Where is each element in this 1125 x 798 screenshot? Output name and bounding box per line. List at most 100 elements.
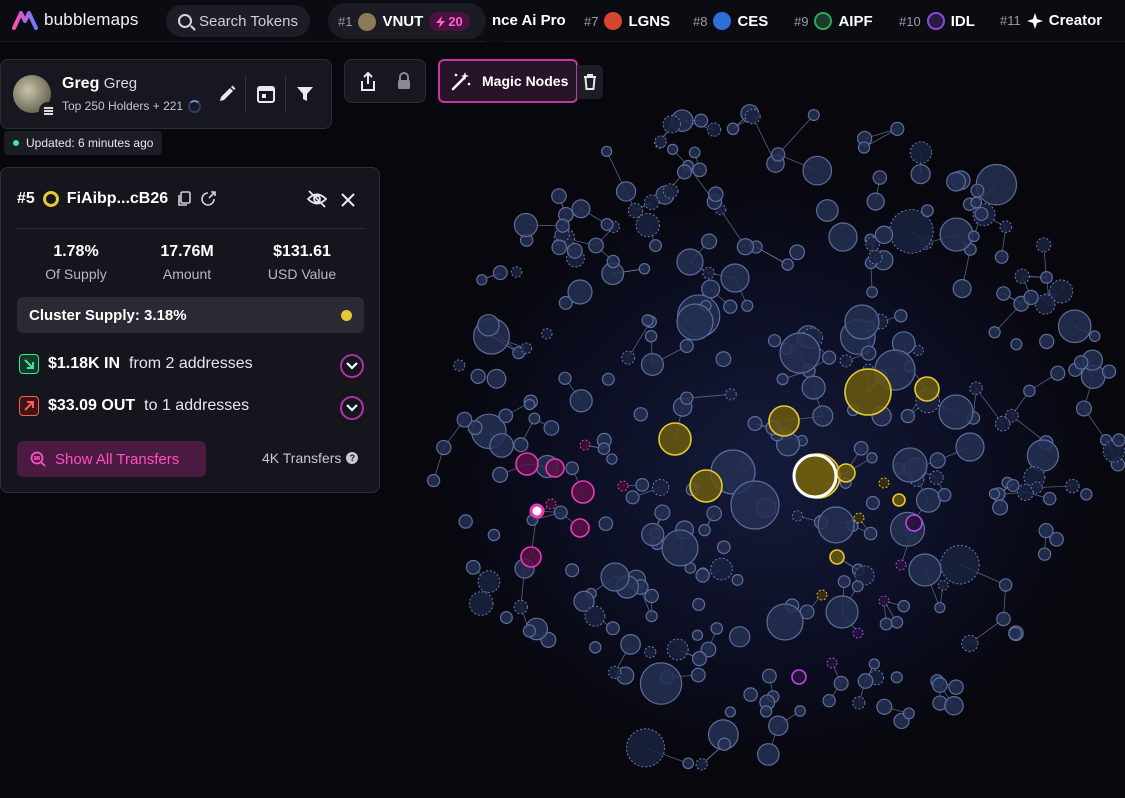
- holder-bubble[interactable]: [601, 372, 615, 386]
- holder-bubble[interactable]: [601, 145, 613, 157]
- holder-bubble[interactable]: [426, 473, 441, 488]
- holder-bubble[interactable]: [969, 381, 983, 396]
- holder-bubble[interactable]: [766, 603, 804, 641]
- holder-bubble[interactable]: [620, 634, 641, 655]
- holder-bubble[interactable]: [757, 743, 780, 766]
- holder-bubble[interactable]: [694, 113, 709, 128]
- holder-bubble[interactable]: [914, 376, 940, 402]
- holder-bubble[interactable]: [743, 687, 758, 702]
- holder-bubble[interactable]: [458, 514, 473, 529]
- holder-bubble[interactable]: [510, 266, 523, 278]
- ticker-item-2[interactable]: nce Ai Pro: [492, 12, 566, 29]
- holder-bubble[interactable]: [1065, 478, 1080, 494]
- holder-bubble[interactable]: [553, 505, 568, 520]
- holder-bubble[interactable]: [761, 668, 777, 684]
- holder-bubble[interactable]: [588, 237, 604, 254]
- holder-bubble[interactable]: [436, 439, 452, 456]
- holder-bubble[interactable]: [853, 440, 869, 456]
- holder-bubble[interactable]: [492, 466, 509, 483]
- holder-bubble[interactable]: [487, 528, 501, 542]
- holder-bubble[interactable]: [892, 493, 906, 507]
- holder-bubble[interactable]: [940, 544, 980, 585]
- holder-bubble[interactable]: [937, 488, 952, 502]
- holder-bubble[interactable]: [625, 728, 666, 768]
- holder-bubble[interactable]: [476, 274, 488, 286]
- external-link-icon[interactable]: [200, 191, 216, 207]
- holder-bubble[interactable]: [1016, 483, 1035, 501]
- holder-bubble[interactable]: [999, 220, 1013, 234]
- holder-bubble[interactable]: [644, 588, 659, 604]
- holder-bubble[interactable]: [844, 304, 880, 340]
- holder-bubble[interactable]: [695, 758, 708, 771]
- holder-bubble[interactable]: [1005, 408, 1019, 423]
- holder-bubble[interactable]: [627, 202, 644, 219]
- holder-bubble[interactable]: [741, 299, 754, 312]
- holder-bubble[interactable]: [1026, 439, 1060, 472]
- holder-bubble[interactable]: [682, 757, 695, 770]
- holder-bubble[interactable]: [894, 309, 908, 323]
- holder-bubble[interactable]: [729, 626, 751, 648]
- holder-bubble[interactable]: [1008, 626, 1022, 641]
- holder-bubble[interactable]: [902, 707, 915, 720]
- holder-bubble[interactable]: [515, 452, 539, 476]
- holder-bubble[interactable]: [477, 313, 500, 337]
- ticker-item-1[interactable]: #1 VNUT 20: [338, 12, 470, 31]
- holder-bubble[interactable]: [931, 677, 948, 693]
- holder-bubble[interactable]: [584, 605, 606, 627]
- holder-bubble[interactable]: [1036, 237, 1052, 253]
- holder-bubble[interactable]: [567, 279, 593, 305]
- holder-bubble[interactable]: [690, 667, 706, 683]
- hide-eye-icon[interactable]: [306, 190, 328, 208]
- holder-bubble[interactable]: [952, 279, 972, 299]
- holder-bubble[interactable]: [520, 546, 542, 568]
- holder-bubble[interactable]: [1112, 433, 1125, 447]
- holder-bubble[interactable]: [513, 212, 539, 238]
- share-icon[interactable]: [357, 71, 379, 93]
- holder-bubble[interactable]: [570, 518, 590, 538]
- holder-bubble[interactable]: [1023, 289, 1039, 306]
- holder-bubble[interactable]: [710, 557, 733, 581]
- expand-in-button[interactable]: [340, 354, 364, 378]
- holder-bubble[interactable]: [716, 540, 731, 555]
- holder-bubble[interactable]: [890, 671, 903, 684]
- help-icon[interactable]: ?: [346, 452, 359, 464]
- holder-bubble[interactable]: [1088, 330, 1101, 343]
- holder-bubble[interactable]: [768, 715, 789, 736]
- holder-bubble[interactable]: [770, 147, 786, 162]
- holder-bubble[interactable]: [654, 504, 671, 521]
- holder-bubble[interactable]: [691, 629, 704, 641]
- holder-bubble[interactable]: [569, 389, 593, 413]
- holder-bubble[interactable]: [522, 624, 536, 638]
- holder-bubble[interactable]: [465, 559, 481, 575]
- holder-bubble[interactable]: [868, 249, 883, 265]
- holder-bubble[interactable]: [994, 250, 1009, 264]
- holder-bubble[interactable]: [996, 611, 1011, 627]
- holder-bubble[interactable]: [1080, 488, 1093, 501]
- holder-bubble[interactable]: [998, 578, 1013, 592]
- holder-bubble[interactable]: [1049, 531, 1064, 547]
- holder-bubble[interactable]: [644, 646, 657, 659]
- holder-bubble[interactable]: [499, 611, 513, 625]
- holder-bubble[interactable]: [874, 225, 894, 245]
- holder-bubble[interactable]: [513, 437, 529, 453]
- holder-bubble[interactable]: [621, 350, 636, 365]
- holder-bubble[interactable]: [1050, 365, 1066, 381]
- holder-bubble[interactable]: [605, 621, 620, 636]
- ticker-item-10[interactable]: #10 IDL: [899, 12, 975, 30]
- holder-bubble[interactable]: [937, 579, 949, 591]
- holder-bubble[interactable]: [486, 368, 507, 389]
- holder-bubble[interactable]: [1075, 400, 1092, 417]
- holder-bubble[interactable]: [635, 477, 650, 492]
- holder-bubble[interactable]: [1030, 481, 1044, 494]
- holder-bubble[interactable]: [736, 238, 755, 256]
- holder-bubble[interactable]: [1040, 271, 1053, 284]
- holder-bubble[interactable]: [857, 141, 871, 154]
- holder-bubble[interactable]: [921, 204, 934, 218]
- holder-bubble[interactable]: [857, 673, 874, 689]
- holder-bubble[interactable]: [1042, 491, 1057, 506]
- holder-bubble[interactable]: [789, 244, 806, 261]
- holder-bubble[interactable]: [822, 693, 836, 708]
- holder-bubble[interactable]: [866, 192, 885, 211]
- logo[interactable]: bubblemaps: [12, 9, 139, 31]
- holder-bubble[interactable]: [662, 183, 679, 199]
